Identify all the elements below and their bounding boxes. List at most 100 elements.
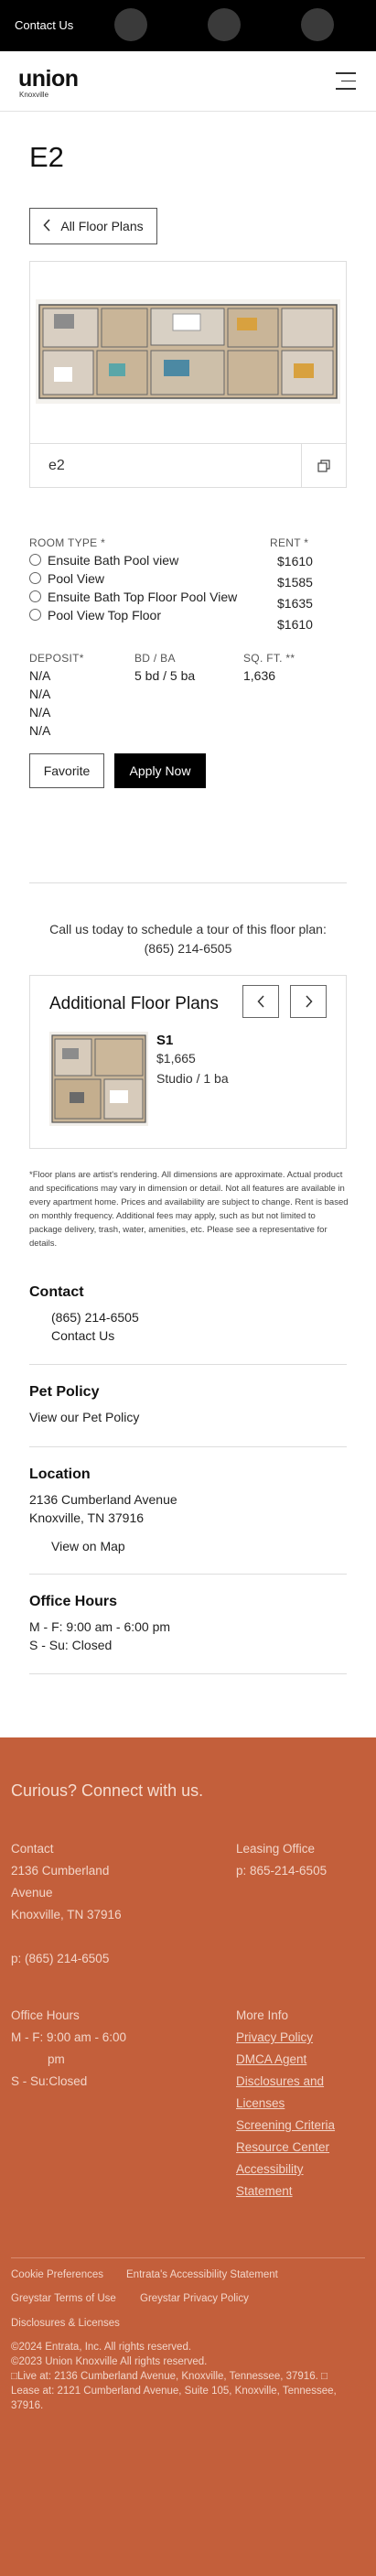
topbar-contact-link[interactable]: Contact Us	[15, 18, 73, 32]
chevron-left-icon	[43, 218, 51, 234]
divider	[29, 1364, 347, 1365]
divider	[29, 1574, 347, 1575]
footer-hours: S - Su:Closed	[11, 2074, 88, 2088]
top-bar: Contact Us	[0, 0, 376, 51]
accessibility-statement-link[interactable]: Accessibility	[236, 2159, 304, 2181]
divider	[29, 1446, 347, 1447]
deposit-header: DEPOSIT*	[29, 652, 84, 665]
contact-us-link[interactable]: Contact Us	[51, 1328, 114, 1343]
radio-icon[interactable]	[29, 590, 41, 602]
location-city: Knoxville, TN 37916	[29, 1510, 145, 1525]
apply-now-button[interactable]: Apply Now	[114, 753, 206, 788]
copyright-text: 37916.	[11, 2400, 44, 2411]
location-address: 2136 Cumberland Avenue	[29, 1492, 177, 1507]
disclosures-link[interactable]: Disclosures and	[236, 2071, 324, 2093]
sqft-header: SQ. FT. **	[243, 652, 295, 665]
greystar-privacy-link[interactable]: Greystar Privacy Policy	[140, 2293, 249, 2304]
dmca-agent-link[interactable]: DMCA Agent	[236, 2049, 306, 2071]
radio-icon[interactable]	[29, 554, 41, 566]
bdba-value: 5 bd / 5 ba	[134, 668, 196, 683]
cookie-preferences-link[interactable]: Cookie Preferences	[11, 2269, 103, 2280]
room-type-option[interactable]: Ensuite Bath Pool view	[29, 553, 178, 568]
floorplan-image[interactable]	[36, 299, 340, 404]
social-icon[interactable]	[208, 8, 241, 41]
footer-address: 2136 Cumberland	[11, 1864, 110, 1878]
menu-icon[interactable]	[336, 72, 356, 91]
location-heading: Location	[29, 1467, 91, 1482]
footer-hours: pm	[48, 2052, 65, 2066]
copyright-text: □Live at: 2136 Cumberland Avenue, Knoxvi…	[11, 2371, 328, 2382]
disclosures-link[interactable]: Licenses	[236, 2093, 285, 2115]
divider	[29, 1673, 347, 1674]
resource-center-link[interactable]: Resource Center	[236, 2137, 329, 2159]
floorplan-thumbnail[interactable]	[49, 1032, 148, 1126]
plan-name[interactable]: S1	[156, 1033, 173, 1048]
social-icon[interactable]	[301, 8, 334, 41]
copyright-text: ©2024 Entrata, Inc. All rights reserved.	[11, 2342, 192, 2353]
room-rent: $1585	[277, 575, 313, 590]
floorplan-card: e2	[29, 261, 347, 488]
deposit-value: N/A	[29, 705, 51, 720]
room-type-option[interactable]: Pool View Top Floor	[29, 608, 161, 622]
radio-icon[interactable]	[29, 572, 41, 584]
room-rent: $1635	[277, 596, 313, 611]
footer-heading: Curious? Connect with us.	[11, 1781, 204, 1800]
logo-subtext: Knoxville	[19, 91, 49, 99]
radio-icon[interactable]	[29, 609, 41, 621]
copy-icon[interactable]	[301, 444, 346, 488]
chevron-left-icon	[256, 995, 264, 1008]
pet-policy-heading: Pet Policy	[29, 1384, 100, 1400]
footer-contact-label: Contact	[11, 1842, 54, 1856]
room-type-option[interactable]: Ensuite Bath Top Floor Pool View	[29, 590, 237, 604]
floorplan-footer: e2	[30, 443, 346, 488]
privacy-policy-link[interactable]: Privacy Policy	[236, 2027, 313, 2049]
footer-address: Avenue	[11, 1886, 53, 1900]
room-type-option[interactable]: Pool View	[29, 571, 104, 586]
room-rent: $1610	[277, 617, 313, 632]
footer-leasing-phone[interactable]: p: 865-214-6505	[236, 1860, 327, 1882]
rent-header: RENT *	[270, 536, 309, 549]
screening-criteria-link[interactable]: Screening Criteria	[236, 2115, 335, 2137]
entrata-accessibility-link[interactable]: Entrata's Accessibility Statement	[126, 2269, 278, 2280]
hours-weekday: M - F: 9:00 am - 6:00 pm	[29, 1619, 171, 1634]
plan-beds: Studio / 1 ba	[156, 1071, 229, 1086]
hours-weekend: S - Su: Closed	[29, 1638, 113, 1652]
prev-button[interactable]	[242, 985, 279, 1018]
call-phone[interactable]: (865) 214-6505	[0, 941, 376, 956]
call-line: Call us today to schedule a tour of this…	[49, 922, 327, 936]
site-header: union Knoxville	[0, 51, 376, 112]
bdba-header: BD / BA	[134, 652, 176, 665]
all-floor-plans-button[interactable]: All Floor Plans	[29, 208, 157, 244]
copyright-text: Lease at: 2121 Cumberland Avenue, Suite …	[11, 2386, 337, 2397]
contact-phone[interactable]: (865) 214-6505	[51, 1310, 139, 1325]
next-button[interactable]	[290, 985, 327, 1018]
deposit-value: N/A	[29, 668, 51, 683]
chevron-right-icon	[305, 995, 313, 1008]
room-rent: $1610	[277, 554, 313, 568]
social-icon[interactable]	[114, 8, 147, 41]
favorite-button[interactable]: Favorite	[29, 753, 104, 788]
accessibility-statement-link[interactable]: Statement	[236, 2181, 293, 2203]
greystar-terms-link[interactable]: Greystar Terms of Use	[11, 2293, 116, 2304]
disclaimer-text: *Floor plans are artist's rendering. All…	[29, 1170, 349, 1249]
office-hours-heading: Office Hours	[29, 1594, 118, 1609]
footer-address: Knoxville, TN 37916	[11, 1908, 122, 1921]
plan-price: $1,665	[156, 1051, 196, 1066]
all-floor-plans-label: All Floor Plans	[60, 219, 144, 233]
logo-wordmark: union	[18, 66, 79, 92]
footer-divider	[11, 2257, 365, 2258]
union-logo[interactable]: union Knoxville	[18, 66, 79, 100]
footer-more-info-label: More Info	[236, 2008, 289, 2022]
footer-hours: M - F: 9:00 am - 6:00	[11, 2030, 127, 2044]
floorplan-name: e2	[48, 458, 65, 473]
sqft-value: 1,636	[243, 668, 276, 683]
footer-phone[interactable]: p: (865) 214-6505	[11, 1948, 109, 1970]
disclosures-licenses-link[interactable]: Disclosures & Licenses	[11, 2318, 120, 2329]
deposit-value: N/A	[29, 687, 51, 701]
view-on-map-link[interactable]: View on Map	[51, 1539, 125, 1553]
footer-leasing-label: Leasing Office	[236, 1842, 316, 1856]
footer-hours-label: Office Hours	[11, 2008, 80, 2022]
site-footer: Curious? Connect with us. Contact 2136 C…	[0, 1737, 376, 2576]
pet-policy-link[interactable]: View our Pet Policy	[29, 1410, 139, 1424]
additional-floor-plans: Additional Floor Plans S1 $1,665 Studio …	[29, 975, 347, 1149]
